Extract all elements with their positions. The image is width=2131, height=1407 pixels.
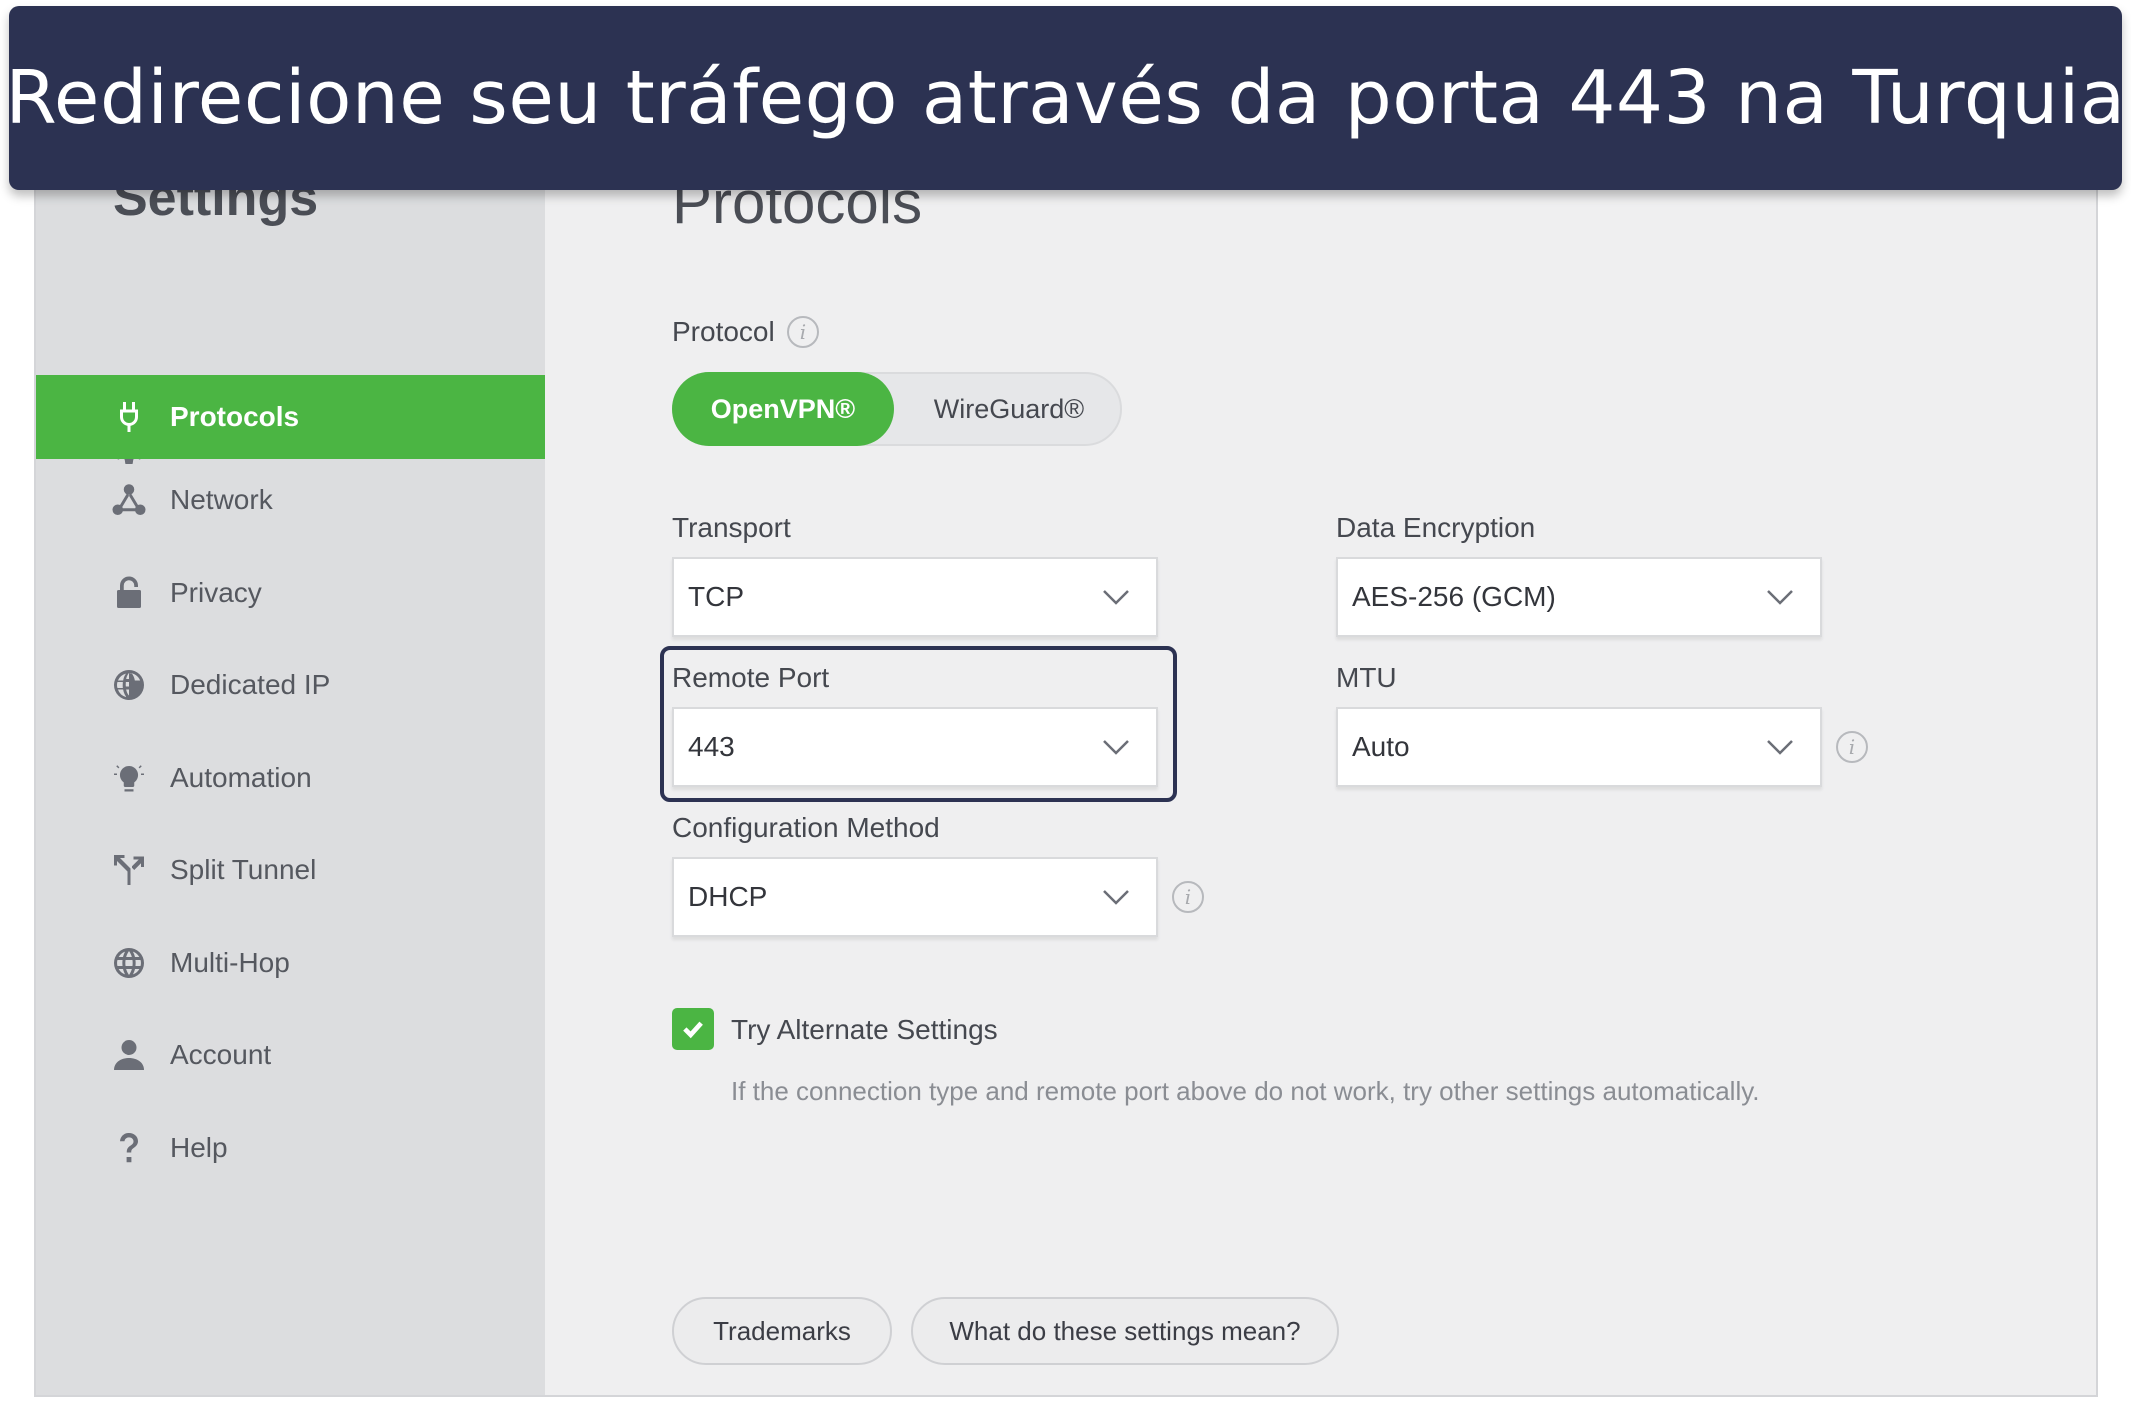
- transport-value: TCP: [688, 581, 744, 612]
- lock-icon: [110, 574, 148, 612]
- sidebar-item-label: Account: [170, 1039, 272, 1070]
- protocol-toggle: OpenVPN® WireGuard®: [672, 372, 1122, 446]
- caption-banner: Redirecione seu tráfego através da porta…: [5, 6, 2125, 190]
- sidebar-item-label: Privacy: [170, 577, 262, 608]
- info-icon[interactable]: i: [787, 316, 819, 348]
- user-icon: [110, 1036, 148, 1074]
- what-settings-mean-button[interactable]: What do these settings mean?: [911, 1297, 1339, 1365]
- info-icon[interactable]: i: [1836, 731, 1868, 763]
- network-icon: [110, 481, 148, 519]
- sidebar: Settings General Protocols Network Priva…: [36, 122, 545, 1395]
- lightbulb-icon: [110, 759, 148, 797]
- sidebar-item-label: Help: [170, 1132, 228, 1163]
- chevron-down-icon: [1766, 739, 1794, 755]
- remote-port-value: 443: [688, 731, 735, 762]
- protocol-label: Protocol: [672, 316, 775, 347]
- sidebar-item-automation[interactable]: Automation: [36, 736, 545, 820]
- data-encryption-select[interactable]: AES-256 (GCM): [1336, 557, 1822, 637]
- chevron-down-icon: [1102, 889, 1130, 905]
- mtu-value: Auto: [1352, 731, 1410, 762]
- mtu-select[interactable]: Auto: [1336, 707, 1822, 787]
- mtu-label: MTU: [1336, 662, 1397, 693]
- data-encryption-label: Data Encryption: [1336, 512, 1536, 543]
- sidebar-item-privacy[interactable]: Privacy: [36, 551, 545, 635]
- try-alternate-label: Try Alternate Settings: [731, 1014, 998, 1045]
- sidebar-item-dedicated-ip[interactable]: Dedicated IP: [36, 643, 545, 727]
- configuration-method-label: Configuration Method: [672, 812, 940, 843]
- chevron-down-icon: [1102, 739, 1130, 755]
- configuration-method-value: DHCP: [688, 881, 768, 912]
- transport-label: Transport: [672, 512, 791, 543]
- sidebar-item-label: Network: [170, 484, 273, 515]
- sidebar-item-protocols[interactable]: Protocols: [36, 375, 545, 459]
- sidebar-item-network[interactable]: Network: [36, 458, 545, 542]
- sidebar-item-label: Protocols: [170, 401, 300, 432]
- sidebar-item-label: Split Tunnel: [170, 854, 317, 885]
- trademarks-button[interactable]: Trademarks: [672, 1297, 892, 1365]
- main-panel: Protocols Protocol i OpenVPN® WireGuard®…: [545, 122, 2096, 1395]
- remote-port-label: Remote Port: [672, 662, 830, 693]
- info-icon[interactable]: i: [1172, 881, 1204, 913]
- sidebar-item-multi-hop[interactable]: Multi-Hop: [36, 921, 545, 1005]
- plug-icon: [110, 398, 148, 436]
- sidebar-item-label: Automation: [170, 762, 312, 793]
- wireguard-button[interactable]: WireGuard®: [896, 372, 1122, 446]
- dedicated-ip-icon: [110, 666, 148, 704]
- configuration-method-select[interactable]: DHCP: [672, 857, 1158, 937]
- chevron-down-icon: [1102, 589, 1130, 605]
- remote-port-select[interactable]: 443: [672, 707, 1158, 787]
- sidebar-item-label: Dedicated IP: [170, 669, 331, 700]
- data-encryption-value: AES-256 (GCM): [1352, 581, 1556, 612]
- chevron-down-icon: [1766, 589, 1794, 605]
- check-icon: [683, 1021, 703, 1039]
- globe-icon: [110, 944, 148, 982]
- split-tunnel-icon: [110, 851, 148, 889]
- transport-select[interactable]: TCP: [672, 557, 1158, 637]
- openvpn-button[interactable]: OpenVPN®: [672, 372, 894, 446]
- sidebar-item-account[interactable]: Account: [36, 1013, 545, 1097]
- sidebar-item-label: Multi-Hop: [170, 947, 290, 978]
- try-alternate-checkbox[interactable]: [672, 1008, 714, 1050]
- banner-text: Redirecione seu tráfego através da porta…: [5, 55, 2126, 141]
- settings-window: Settings General Protocols Network Priva…: [34, 120, 2098, 1397]
- try-alternate-hint: If the connection type and remote port a…: [731, 1076, 1760, 1106]
- sidebar-item-help[interactable]: Help: [36, 1106, 545, 1190]
- sidebar-item-split-tunnel[interactable]: Split Tunnel: [36, 828, 545, 912]
- question-icon: [110, 1129, 148, 1167]
